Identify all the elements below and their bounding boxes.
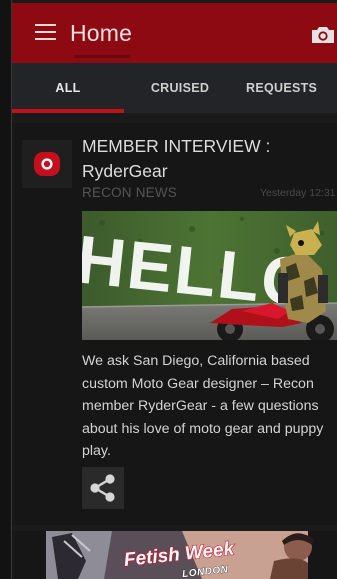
share-icon [90, 474, 115, 502]
menu-line [35, 31, 56, 33]
share-button[interactable] [82, 467, 124, 509]
app-screen: Home ALL CRUISED REQUESTS MEMBER INTERVI… [12, 3, 337, 579]
app-bar: Home [12, 3, 337, 63]
post-hero-image[interactable]: HELLO [82, 211, 337, 340]
news-feed: MEMBER INTERVIEW : RyderGear RECON NEWS … [12, 113, 337, 579]
screen-left-edge [0, 0, 12, 579]
tab-requests[interactable]: REQUESTS [246, 63, 337, 113]
tab-all[interactable]: ALL [12, 63, 124, 113]
title-underline [74, 55, 130, 58]
recon-logo-icon [22, 140, 72, 188]
camera-icon[interactable] [310, 25, 336, 45]
tab-cruised[interactable]: CRUISED [124, 63, 236, 113]
page-title: Home [70, 20, 133, 46]
news-card[interactable]: MEMBER INTERVIEW : RyderGear RECON NEWS … [12, 123, 337, 525]
post-timestamp: Yesterday 12:31 [260, 187, 336, 199]
tab-bar: ALL CRUISED REQUESTS [12, 63, 337, 113]
fetish-week-banner[interactable]: Fetish Week LONDON [12, 531, 337, 579]
menu-line [35, 24, 56, 26]
post-source: RECON NEWS [82, 185, 178, 200]
post-excerpt: We ask San Diego, California based custo… [82, 353, 324, 459]
post-title[interactable]: MEMBER INTERVIEW : RyderGear [82, 134, 337, 184]
menu-line [35, 38, 56, 40]
hamburger-menu-icon[interactable] [35, 24, 56, 40]
